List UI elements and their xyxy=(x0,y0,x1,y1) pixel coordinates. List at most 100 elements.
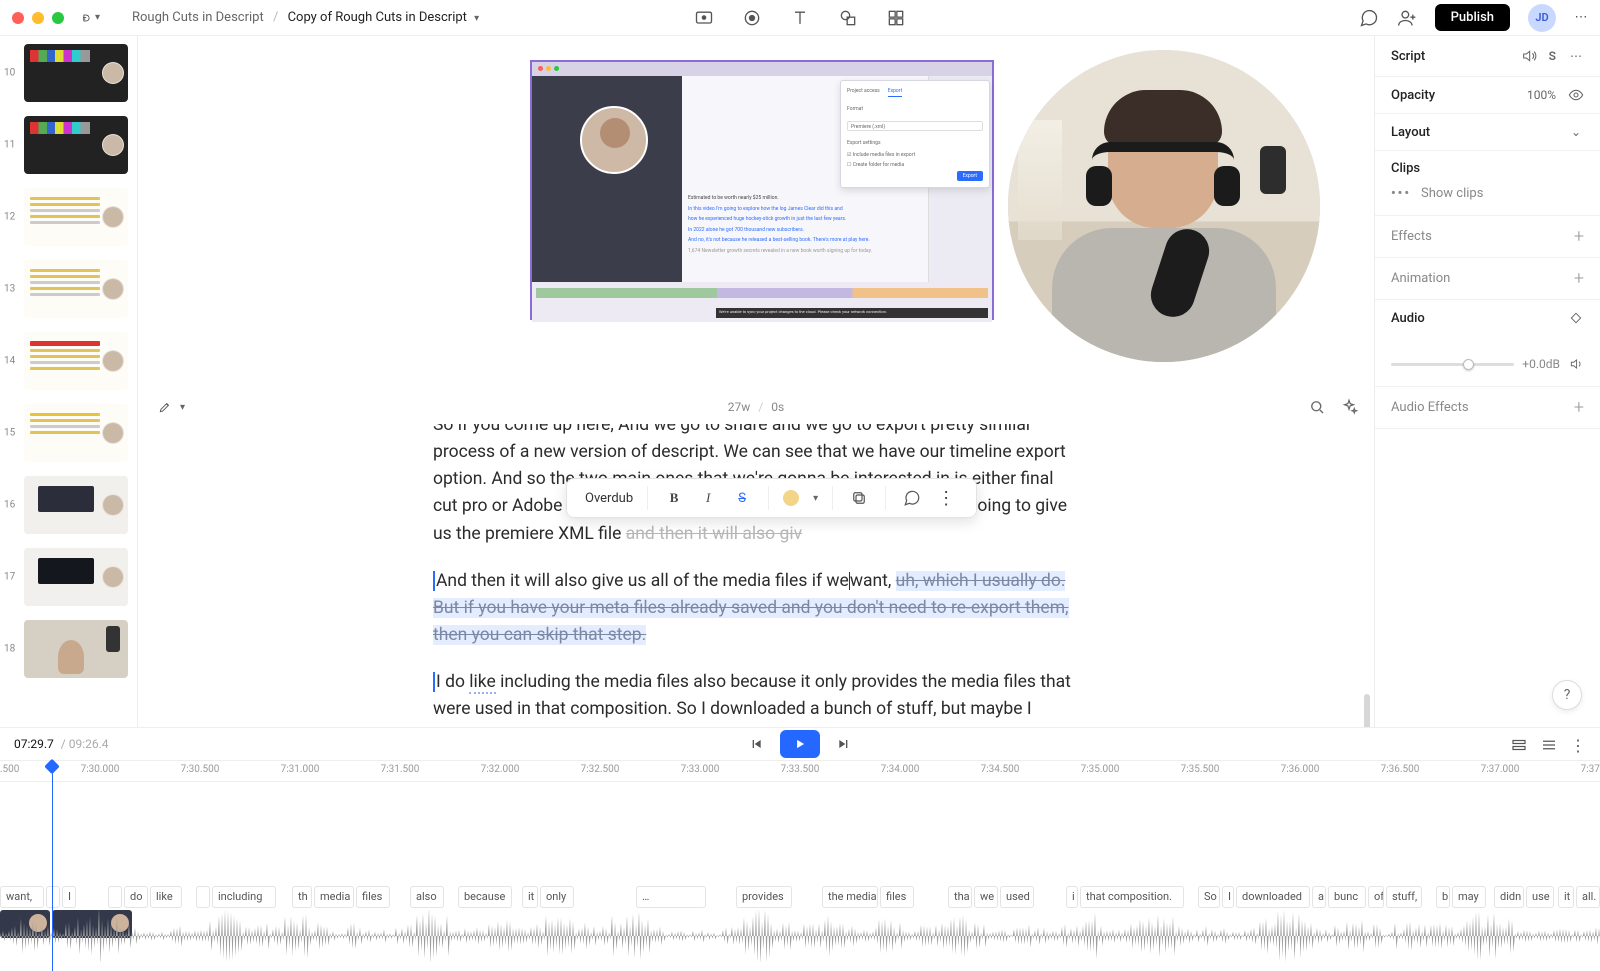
scrollbar-thumb[interactable] xyxy=(1364,694,1370,727)
audio-icon[interactable] xyxy=(1568,356,1584,372)
breadcrumb[interactable]: Rough Cuts in Descript / Copy of Rough C… xyxy=(132,10,479,25)
panel-row-audio-gain[interactable]: +0.0dB xyxy=(1375,336,1600,387)
search-icon[interactable] xyxy=(1308,398,1326,416)
timeline-word[interactable]: I xyxy=(62,886,76,908)
timeline-word[interactable]: tha xyxy=(948,886,972,908)
script-edit-mode-button[interactable] xyxy=(154,396,176,418)
gain-value[interactable]: +0.0dB xyxy=(1522,357,1560,371)
gain-slider[interactable] xyxy=(1391,363,1514,366)
italic-button[interactable]: I xyxy=(696,486,720,510)
camera-layer-circle[interactable] xyxy=(1008,50,1320,362)
breadcrumb-current[interactable]: Copy of Rough Cuts in Descript xyxy=(288,10,467,25)
overdub-button[interactable]: Overdub xyxy=(585,491,633,506)
timeline-view-compact-icon[interactable] xyxy=(1540,736,1556,752)
timeline-word[interactable]: files xyxy=(880,886,914,908)
timeline-word[interactable]: also xyxy=(410,886,444,908)
timeline-view-full-icon[interactable] xyxy=(1510,736,1526,752)
chevron-down-icon[interactable]: ▾ xyxy=(813,493,818,504)
panel-row-animation[interactable]: Animation + xyxy=(1375,258,1600,300)
scene-thumbnail[interactable]: 10 xyxy=(24,44,127,102)
layouts-icon[interactable] xyxy=(886,8,906,28)
scene-thumbnail[interactable]: 14 xyxy=(24,332,127,390)
timeline-word[interactable]: a xyxy=(1312,886,1326,908)
minimize-window-icon[interactable] xyxy=(32,12,44,24)
skip-back-icon[interactable] xyxy=(748,736,764,752)
panel-row-audio-effects[interactable]: Audio Effects + xyxy=(1375,387,1600,429)
selected-video-layer[interactable]: Estimated to be worth nearly $25 million… xyxy=(530,60,994,320)
scene-thumbnail[interactable]: 18 xyxy=(24,620,127,678)
timeline-word[interactable] xyxy=(46,886,60,908)
scene-thumbnail[interactable]: 13 xyxy=(24,260,127,318)
timeline-word[interactable]: use xyxy=(1526,886,1554,908)
panel-row-opacity[interactable]: Opacity 100% xyxy=(1375,77,1600,114)
panel-row-layout[interactable]: Layout ⌄ xyxy=(1375,114,1600,151)
timeline-word[interactable]: i xyxy=(1066,886,1078,908)
panel-row-script[interactable]: Script S ⋯ xyxy=(1375,36,1600,77)
timeline-word[interactable]: didn xyxy=(1494,886,1524,908)
show-clips-button[interactable]: ••• Show clips xyxy=(1375,178,1600,216)
more-icon[interactable]: ⋮ xyxy=(1570,736,1586,752)
record-icon[interactable] xyxy=(742,8,762,28)
timeline-word[interactable]: want, xyxy=(0,886,44,908)
more-icon[interactable]: ⋮ xyxy=(934,486,958,510)
timeline-word[interactable]: … xyxy=(636,886,706,908)
strikethrough-button[interactable]: S xyxy=(730,486,754,510)
timeline-tracks[interactable]: want,Idolikeincludingthmediafilesalsobec… xyxy=(0,782,1600,971)
chevron-down-icon[interactable]: ▾ xyxy=(180,402,185,413)
audio-icon[interactable] xyxy=(1521,48,1537,64)
scene-thumbnail[interactable]: 12 xyxy=(24,188,127,246)
chevron-down-icon[interactable]: ▾ xyxy=(474,13,479,24)
timeline-word[interactable]: b xyxy=(1436,886,1450,908)
more-icon[interactable]: ⋯ xyxy=(1574,8,1588,28)
timeline-word[interactable]: we xyxy=(974,886,998,908)
record-screen-icon[interactable] xyxy=(694,8,714,28)
timeline-ruler[interactable]: 7:29.5007:30.0007:30.5007:31.0007:31.500… xyxy=(0,760,1600,782)
timeline-word[interactable]: like xyxy=(150,886,182,908)
audio-waveform-track[interactable] xyxy=(0,910,1600,962)
user-avatar[interactable]: JD xyxy=(1528,4,1556,32)
help-button[interactable]: ? xyxy=(1552,680,1582,710)
timeline-word[interactable]: of xyxy=(1368,886,1384,908)
timeline-word[interactable]: may xyxy=(1452,886,1486,908)
timeline-word[interactable]: So xyxy=(1198,886,1220,908)
script-paragraph[interactable]: I do like including the media files also… xyxy=(433,669,1073,727)
shapes-tool-icon[interactable] xyxy=(838,8,858,28)
breadcrumb-parent[interactable]: Rough Cuts in Descript xyxy=(132,10,264,25)
timeline-word[interactable] xyxy=(108,886,122,908)
sparkle-ai-icon[interactable] xyxy=(1340,398,1358,416)
comment-icon[interactable] xyxy=(1359,8,1379,28)
scene-thumbnail[interactable]: 11 xyxy=(24,116,127,174)
publish-button[interactable]: Publish xyxy=(1435,4,1510,31)
timeline-word[interactable]: including xyxy=(212,886,276,908)
close-window-icon[interactable] xyxy=(12,12,24,24)
add-effect-button[interactable]: + xyxy=(1574,226,1584,247)
skip-forward-icon[interactable] xyxy=(836,736,852,752)
timeline-word[interactable]: downloaded xyxy=(1236,886,1310,908)
timeline-word[interactable]: provides xyxy=(736,886,792,908)
play-button[interactable] xyxy=(780,730,820,758)
add-audio-effect-button[interactable]: + xyxy=(1574,397,1584,418)
selection-toolbar[interactable]: Overdub B I S ▾ ⋮ xyxy=(566,478,977,518)
scene-thumbnail[interactable]: 15 xyxy=(24,404,127,462)
panel-row-effects[interactable]: Effects + xyxy=(1375,216,1600,258)
window-controls[interactable] xyxy=(12,12,64,24)
bold-button[interactable]: B xyxy=(662,486,686,510)
video-canvas[interactable]: Estimated to be worth nearly $25 million… xyxy=(138,36,1374,366)
opacity-value[interactable]: 100% xyxy=(1527,88,1556,102)
scene-rail[interactable]: 10 11 12 13 14 15 16 17 18 xyxy=(0,36,138,727)
keyframe-icon[interactable] xyxy=(1568,310,1584,326)
add-comment-icon[interactable] xyxy=(900,486,924,510)
timeline-word[interactable] xyxy=(196,886,210,908)
more-icon[interactable]: ⋯ xyxy=(1568,48,1584,64)
maximize-window-icon[interactable] xyxy=(52,12,64,24)
app-menu-button[interactable]: ▾ xyxy=(82,9,100,27)
timeline-word[interactable]: files xyxy=(356,886,390,908)
word-track[interactable]: want,Idolikeincludingthmediafilesalsobec… xyxy=(0,886,1600,910)
timeline-word[interactable]: it xyxy=(522,886,538,908)
timeline-word[interactable]: because xyxy=(458,886,512,908)
timeline-word[interactable]: I xyxy=(1222,886,1234,908)
timeline-word[interactable]: bunc xyxy=(1328,886,1366,908)
timeline-word[interactable]: only xyxy=(540,886,574,908)
timeline-word[interactable]: do xyxy=(124,886,148,908)
script-paragraph[interactable]: And then it will also give us all of the… xyxy=(433,568,1073,649)
